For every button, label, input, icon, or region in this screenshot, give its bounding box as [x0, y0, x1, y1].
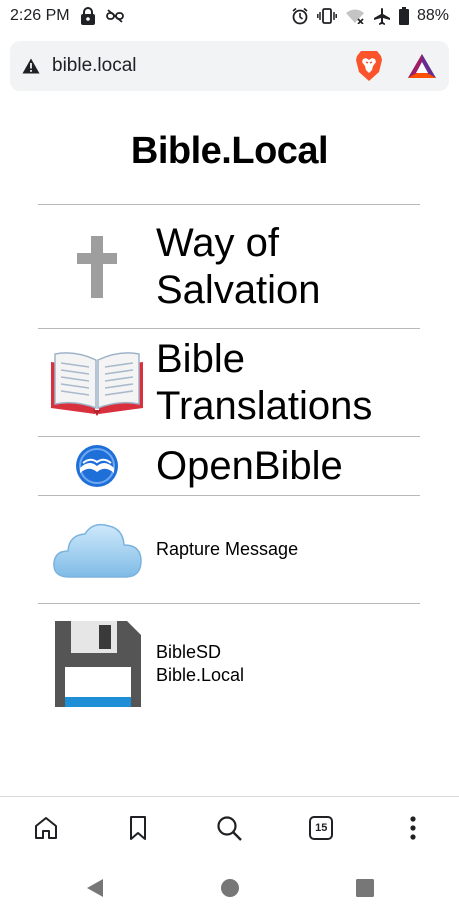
home-nav-button[interactable]	[210, 868, 250, 908]
menu-item-bible-translations[interactable]: Bible Translations	[38, 328, 420, 436]
more-vertical-icon	[410, 815, 416, 840]
lock-icon	[80, 7, 96, 25]
floppy-disk-icon	[38, 617, 156, 711]
wifi-off-icon	[345, 8, 365, 24]
bookmark-button[interactable]	[114, 804, 162, 852]
search-icon	[217, 815, 243, 841]
recents-button[interactable]	[345, 868, 385, 908]
browser-toolbar: 15	[0, 796, 459, 858]
tab-count[interactable]: 15	[309, 815, 334, 840]
back-triangle-icon	[86, 879, 103, 897]
menu-item-label-line1[interactable]: BibleSD	[156, 641, 420, 664]
link-off-icon	[105, 9, 124, 23]
menu-item-label-group[interactable]: BibleSD Bible.Local	[156, 641, 420, 687]
battery-percent: 88%	[416, 7, 449, 24]
menu-item-biblesd[interactable]: BibleSD Bible.Local	[38, 603, 420, 723]
home-button[interactable]	[22, 804, 70, 852]
menu-item-rapture-message[interactable]: Rapture Message	[38, 495, 420, 603]
openbible-logo-icon	[38, 444, 156, 488]
menu-item-label[interactable]: Bible Translations	[156, 336, 420, 430]
home-icon	[34, 816, 57, 839]
back-button[interactable]	[75, 868, 115, 908]
menu-item-label-line2[interactable]: Bible.Local	[156, 664, 420, 687]
address-bar[interactable]: bible.local	[10, 41, 449, 91]
recents-square-icon	[355, 879, 374, 897]
cloud-icon	[38, 517, 156, 583]
search-button[interactable]	[205, 804, 253, 852]
system-nav-bar	[0, 858, 459, 918]
open-book-icon	[38, 348, 156, 418]
menu-item-way-of-salvation[interactable]: Way of Salvation	[38, 204, 420, 328]
menu-item-label[interactable]: Way of Salvation	[156, 220, 420, 314]
cross-icon	[38, 234, 156, 300]
menu-button[interactable]	[389, 804, 437, 852]
menu-item-label[interactable]: Rapture Message	[156, 538, 420, 561]
status-bar: 2:26 PM 88%	[0, 0, 459, 32]
menu-item-openbible[interactable]: OpenBible	[38, 436, 420, 495]
menu-item-label[interactable]: OpenBible	[156, 443, 420, 490]
tabs-button[interactable]: 15	[297, 804, 345, 852]
airplane-icon	[373, 7, 391, 25]
brave-shields-icon[interactable]	[355, 50, 383, 82]
battery-icon	[398, 7, 409, 25]
not-secure-warning-icon[interactable]	[22, 58, 40, 74]
home-circle-icon	[220, 879, 239, 897]
brave-rewards-icon[interactable]	[407, 53, 437, 79]
menu-list: Way of Salvation Bible Translations Open…	[38, 204, 420, 723]
url-text[interactable]: bible.local	[52, 55, 137, 77]
bookmark-icon	[129, 815, 146, 840]
status-time: 2:26 PM	[10, 7, 70, 24]
alarm-icon	[291, 7, 309, 25]
page-title: Bible.Local	[130, 130, 329, 172]
vibrate-icon	[317, 8, 337, 24]
